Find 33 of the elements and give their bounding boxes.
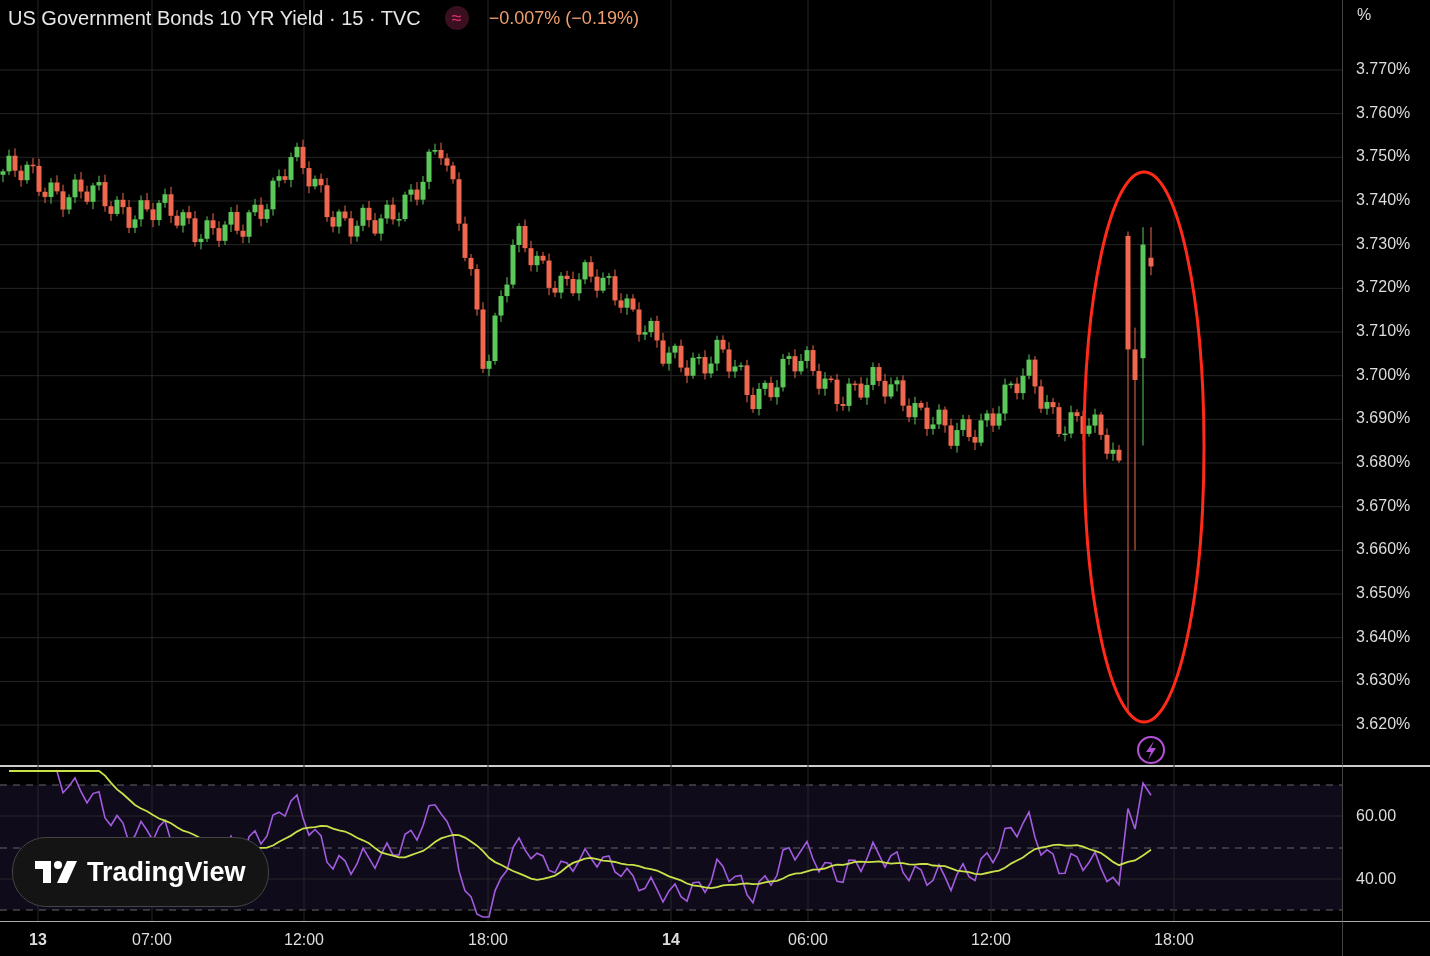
- price-label: 3.720%: [1356, 278, 1411, 297]
- chart-title: US Government Bonds 10 YR Yield · 15 · TVC: [8, 6, 421, 30]
- indicator-label: 60.00: [1356, 807, 1397, 825]
- price-label: 3.650%: [1356, 584, 1411, 603]
- logo-icon: [35, 861, 77, 883]
- price-label: 3.630%: [1356, 671, 1411, 690]
- price-label: 3.750%: [1356, 147, 1411, 166]
- price-change: −0.007% (−0.19%): [488, 7, 639, 29]
- indicator-label: 40.00: [1356, 870, 1397, 888]
- unit-label: %: [1357, 6, 1372, 24]
- price-label: 3.740%: [1356, 191, 1411, 209]
- time-label: 12:00: [284, 931, 324, 949]
- price-label: 3.660%: [1356, 540, 1411, 559]
- price-label: 3.670%: [1356, 496, 1411, 515]
- price-label: 3.710%: [1356, 322, 1411, 340]
- price-label: 3.690%: [1356, 409, 1411, 428]
- lightning-icon[interactable]: [1137, 736, 1165, 764]
- price-label: 3.770%: [1356, 60, 1411, 78]
- price-label: 3.640%: [1356, 627, 1411, 646]
- time-label: 14: [662, 931, 680, 949]
- time-label: 07:00: [132, 931, 172, 949]
- brand-name: TradingView: [87, 856, 246, 888]
- time-label: 18:00: [1154, 931, 1194, 949]
- time-label: 06:00: [788, 931, 828, 949]
- price-label: 3.620%: [1356, 715, 1411, 734]
- time-label: 13: [29, 931, 47, 949]
- symbol-icon[interactable]: ≈: [444, 6, 469, 30]
- time-label: 12:00: [971, 931, 1011, 949]
- price-label: 3.700%: [1356, 365, 1411, 384]
- time-label: 18:00: [468, 931, 508, 949]
- price-label: 3.680%: [1356, 453, 1411, 471]
- price-label: 3.730%: [1356, 234, 1411, 253]
- price-label: 3.760%: [1356, 103, 1411, 122]
